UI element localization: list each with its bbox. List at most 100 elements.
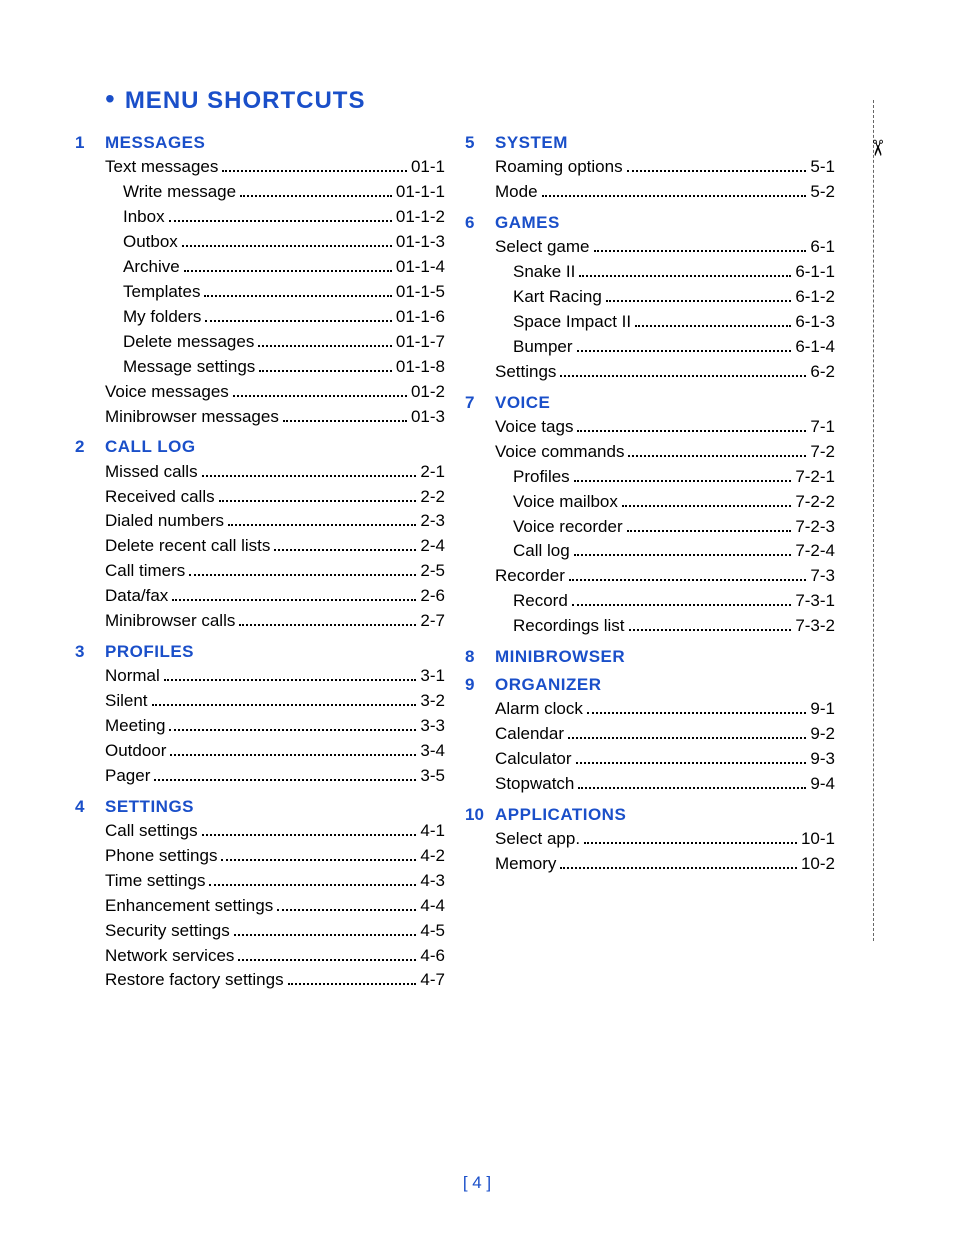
toc-row: Voice commands7-2: [495, 439, 835, 464]
section-number: 9: [465, 675, 495, 695]
toc-code: 7-3-1: [795, 589, 835, 614]
toc-code: 7-1: [810, 415, 835, 440]
toc-row: Select app.10-1: [495, 827, 835, 852]
dot-leader: [606, 285, 791, 302]
section-header: 10APPLICATIONS: [495, 805, 835, 825]
toc-code: 2-2: [420, 485, 445, 510]
toc-code: 3-4: [420, 739, 445, 764]
section-title: GAMES: [495, 213, 560, 233]
toc-label: Normal: [105, 664, 160, 689]
toc-code: 7-3: [810, 564, 835, 589]
toc-label: Settings: [495, 360, 556, 385]
toc-label: Archive: [123, 255, 180, 280]
toc-label: Call timers: [105, 559, 185, 584]
toc-code: 7-2-3: [795, 515, 835, 540]
toc-code: 3-2: [420, 689, 445, 714]
toc-code: 7-2: [810, 440, 835, 465]
dot-leader: [172, 584, 416, 601]
dot-leader: [152, 689, 417, 706]
dot-leader: [560, 360, 806, 377]
toc-label: Outbox: [123, 230, 178, 255]
dot-leader: [238, 943, 416, 960]
toc-code: 3-3: [420, 714, 445, 739]
toc-row: Recordings list 7-3-2: [495, 614, 835, 639]
toc-label: Delete messages: [123, 330, 254, 355]
section-number: 5: [465, 133, 495, 153]
section-number: 1: [75, 133, 105, 153]
toc-label: Voice mailbox: [513, 490, 618, 515]
toc-row: My folders01-1-6: [105, 305, 445, 330]
section-header: 6GAMES: [495, 213, 835, 233]
dot-leader: [542, 180, 807, 197]
dot-leader: [184, 255, 392, 272]
cut-line: [873, 100, 874, 941]
section: 7VOICEVoice tags7-1Voice commands7-2Prof…: [495, 393, 835, 639]
toc-row: Memory10-2: [495, 852, 835, 877]
toc-row: Inbox01-1-2: [105, 205, 445, 230]
dot-leader: [574, 464, 792, 481]
section-header: 3PROFILES: [105, 642, 445, 662]
dot-leader: [233, 379, 407, 396]
toc-code: 2-6: [420, 584, 445, 609]
toc-row: Message settings01-1-8: [105, 355, 445, 380]
section-title: SETTINGS: [105, 797, 194, 817]
toc-code: 4-3: [420, 869, 445, 894]
toc-code: 6-1-4: [795, 335, 835, 360]
dot-leader: [164, 664, 417, 681]
toc-code: 7-3-2: [795, 614, 835, 639]
toc-row: Outbox01-1-3: [105, 230, 445, 255]
toc-code: 10-2: [801, 852, 835, 877]
toc-label: Outdoor: [105, 739, 166, 764]
toc-label: Minibrowser calls: [105, 609, 235, 634]
toc-code: 9-1: [810, 697, 835, 722]
toc-label: Write message: [123, 180, 236, 205]
section: 8MINIBROWSER: [495, 647, 835, 667]
section-header: 1MESSAGES: [105, 133, 445, 153]
section-title: MESSAGES: [105, 133, 205, 153]
toc-code: 4-2: [420, 844, 445, 869]
dot-leader: [587, 697, 807, 714]
dot-leader: [240, 180, 392, 197]
toc-label: Recordings list: [513, 614, 625, 639]
section-header: 8MINIBROWSER: [495, 647, 835, 667]
toc-code: 2-1: [420, 460, 445, 485]
dot-leader: [209, 868, 416, 885]
toc-label: Select app.: [495, 827, 580, 852]
dot-leader: [219, 484, 417, 501]
page-number: [ 4 ]: [0, 1173, 954, 1193]
dot-leader: [154, 764, 416, 781]
dot-leader: [221, 844, 416, 861]
toc-code: 01-1-5: [396, 280, 445, 305]
toc-label: Minibrowser messages: [105, 405, 279, 430]
toc-row: Profiles7-2-1: [495, 464, 835, 489]
toc-label: Bumper: [513, 335, 573, 360]
dot-leader: [239, 609, 416, 626]
dot-leader: [622, 489, 791, 506]
toc-row: Voice recorder7-2-3: [495, 514, 835, 539]
toc-code: 2-5: [420, 559, 445, 584]
toc-code: 4-7: [420, 968, 445, 993]
toc-label: Stopwatch: [495, 772, 574, 797]
section-header: 5SYSTEM: [495, 133, 835, 153]
toc-code: 6-1-2: [795, 285, 835, 310]
section: 6GAMESSelect game6-1Snake II6-1-1Kart Ra…: [495, 213, 835, 385]
dot-leader: [204, 280, 391, 297]
dot-leader: [234, 918, 417, 935]
toc-row: Meeting3-3: [105, 714, 445, 739]
toc-label: Calculator: [495, 747, 572, 772]
toc-code: 2-3: [420, 509, 445, 534]
toc-label: Message settings: [123, 355, 255, 380]
toc-label: Alarm clock: [495, 697, 583, 722]
toc-code: 4-5: [420, 919, 445, 944]
section-header: 7VOICE: [495, 393, 835, 413]
toc-code: 2-7: [420, 609, 445, 634]
dot-leader: [569, 564, 807, 581]
toc-row: Select game6-1: [495, 235, 835, 260]
scissors-icon: ✂: [864, 139, 890, 157]
section: 5SYSTEMRoaming options5-1Mode5-2: [495, 133, 835, 205]
section-title: ORGANIZER: [495, 675, 602, 695]
toc-row: Text messages01-1: [105, 155, 445, 180]
toc-row: Delete recent call lists2-4: [105, 534, 445, 559]
dot-leader: [182, 230, 392, 247]
toc-row: Write message01-1-1: [105, 180, 445, 205]
